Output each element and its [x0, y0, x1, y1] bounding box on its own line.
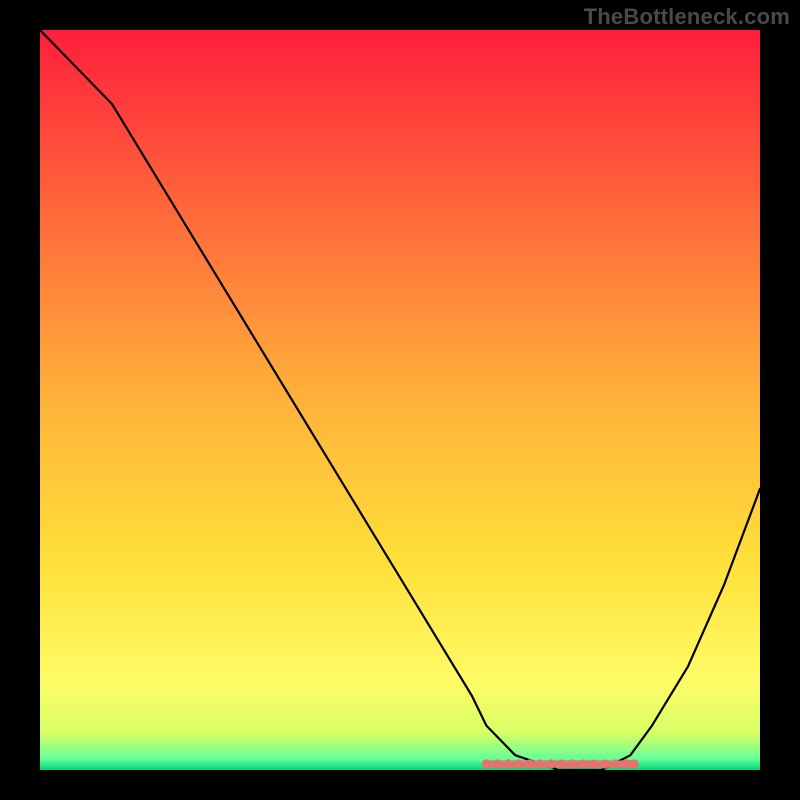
chart-svg	[40, 30, 760, 770]
chart-plot-area	[40, 30, 760, 770]
optimal-range-markers	[482, 759, 639, 768]
optimal-marker-dot	[629, 759, 638, 768]
chart-stage: TheBottleneck.com	[0, 0, 800, 800]
gradient-background	[40, 30, 760, 770]
watermark-text: TheBottleneck.com	[584, 4, 790, 30]
